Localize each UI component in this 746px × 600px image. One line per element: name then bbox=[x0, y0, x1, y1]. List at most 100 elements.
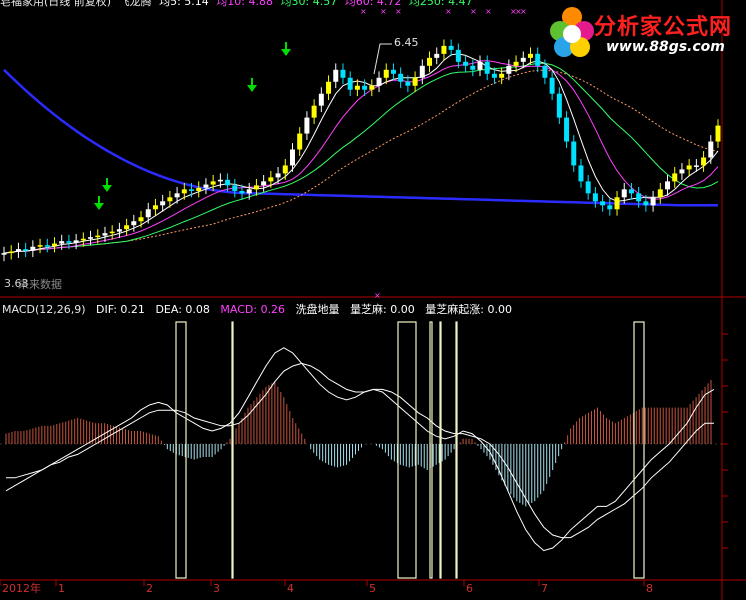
candle bbox=[564, 117, 570, 142]
candle bbox=[268, 177, 274, 182]
candle bbox=[585, 181, 591, 194]
macd-name: MACD(12,26,9) bbox=[2, 303, 86, 316]
candle bbox=[679, 169, 685, 174]
candle bbox=[203, 184, 209, 188]
candle bbox=[614, 197, 620, 210]
chart-window: × × × × × × × × × × 2012年 1 2 3 4 5 6 7 8 皂福家用(日线 前复权) 飞龙腾… bbox=[0, 0, 746, 600]
candle bbox=[354, 85, 360, 90]
candle bbox=[405, 81, 411, 86]
candle bbox=[477, 61, 483, 70]
signal-column bbox=[429, 321, 433, 579]
flower-logo-icon bbox=[550, 7, 594, 57]
candle bbox=[160, 201, 166, 206]
date-label: 6 bbox=[466, 582, 473, 595]
candle bbox=[225, 179, 231, 186]
candle bbox=[304, 117, 310, 134]
candle bbox=[463, 61, 469, 66]
candle bbox=[51, 243, 57, 246]
candle bbox=[448, 45, 454, 50]
candle bbox=[693, 165, 699, 167]
main-chart-header: 皂福家用(日线 前复权) 飞龙腾 均5: 5.14 均10: 4.88 均30:… bbox=[0, 0, 477, 8]
stock-name: 皂福家用(日线 前复权) bbox=[0, 0, 112, 8]
candle bbox=[650, 197, 656, 206]
date-label: 4 bbox=[287, 582, 294, 595]
candle bbox=[326, 81, 332, 94]
candle bbox=[549, 77, 555, 94]
zhima-rise-label: 量芝麻起涨: 0.00 bbox=[425, 303, 512, 316]
candle bbox=[520, 57, 526, 62]
candle bbox=[261, 181, 267, 186]
candle bbox=[196, 187, 202, 191]
candle bbox=[499, 73, 505, 78]
signal-column bbox=[439, 321, 442, 579]
candle bbox=[102, 233, 108, 236]
candle bbox=[665, 181, 671, 190]
candle bbox=[441, 45, 447, 54]
logo-title: 分析家公式网 bbox=[594, 15, 733, 40]
chart-canvas: × × × × × × ××××2012年 1 2 3 4 5 6 7 8 bbox=[0, 0, 746, 600]
candle bbox=[15, 249, 21, 252]
candle bbox=[419, 65, 425, 78]
candle bbox=[491, 73, 497, 78]
candle bbox=[8, 251, 14, 254]
candle bbox=[621, 189, 627, 198]
marker-x: × bbox=[395, 7, 402, 16]
signal-column bbox=[175, 321, 187, 579]
candle bbox=[167, 197, 173, 202]
dif-line bbox=[5, 347, 715, 552]
candle bbox=[340, 69, 346, 78]
candle bbox=[592, 193, 598, 202]
candle bbox=[66, 241, 72, 243]
candle bbox=[708, 141, 714, 158]
candle bbox=[131, 221, 137, 226]
marker-x: × bbox=[380, 7, 387, 16]
candle bbox=[434, 53, 440, 58]
signal-column bbox=[455, 321, 458, 579]
date-label: 2012年 bbox=[2, 581, 41, 595]
ma60-label: 均60: 4.72 bbox=[344, 0, 402, 8]
candle bbox=[1, 253, 7, 255]
candle bbox=[289, 149, 295, 166]
candle bbox=[37, 245, 43, 247]
indicator-name: 飞龙腾 bbox=[118, 0, 152, 8]
candle bbox=[232, 185, 238, 191]
candle bbox=[376, 77, 382, 86]
candle bbox=[59, 241, 65, 244]
candle bbox=[362, 85, 368, 90]
ma10-label: 均10: 4.88 bbox=[216, 0, 273, 8]
signal-arrow-icon bbox=[102, 178, 112, 192]
candle bbox=[607, 205, 613, 210]
candle bbox=[80, 238, 86, 241]
low-price-label: 3.63 bbox=[4, 277, 29, 290]
marker-x: × bbox=[485, 7, 492, 16]
candle bbox=[600, 201, 606, 206]
marker-x: × bbox=[374, 291, 381, 300]
high-marker bbox=[373, 43, 392, 75]
candle bbox=[571, 141, 577, 166]
candle bbox=[513, 61, 519, 66]
candle bbox=[124, 225, 130, 230]
candle bbox=[116, 229, 122, 232]
macd-value-label: MACD: 0.26 bbox=[220, 303, 286, 316]
candle bbox=[253, 185, 259, 190]
ma10-line bbox=[3, 60, 719, 254]
candle bbox=[412, 77, 418, 86]
marker-x: × bbox=[520, 7, 527, 16]
candle bbox=[174, 193, 180, 198]
marker-x: × bbox=[470, 7, 477, 16]
candle bbox=[636, 193, 642, 202]
candle bbox=[44, 245, 50, 247]
wash-label: 洗盘地量 bbox=[295, 303, 340, 316]
date-label: 7 bbox=[541, 582, 548, 595]
candle bbox=[189, 189, 195, 191]
candle bbox=[347, 77, 353, 90]
candle bbox=[152, 205, 158, 210]
candle bbox=[383, 69, 389, 78]
candle bbox=[657, 189, 663, 198]
date-label: 5 bbox=[369, 582, 376, 595]
candle bbox=[181, 189, 187, 194]
marker-x: × bbox=[445, 7, 452, 16]
ma250-label: 均250: 4.47 bbox=[408, 0, 473, 8]
candle bbox=[88, 237, 94, 239]
date-label: 8 bbox=[646, 582, 653, 595]
